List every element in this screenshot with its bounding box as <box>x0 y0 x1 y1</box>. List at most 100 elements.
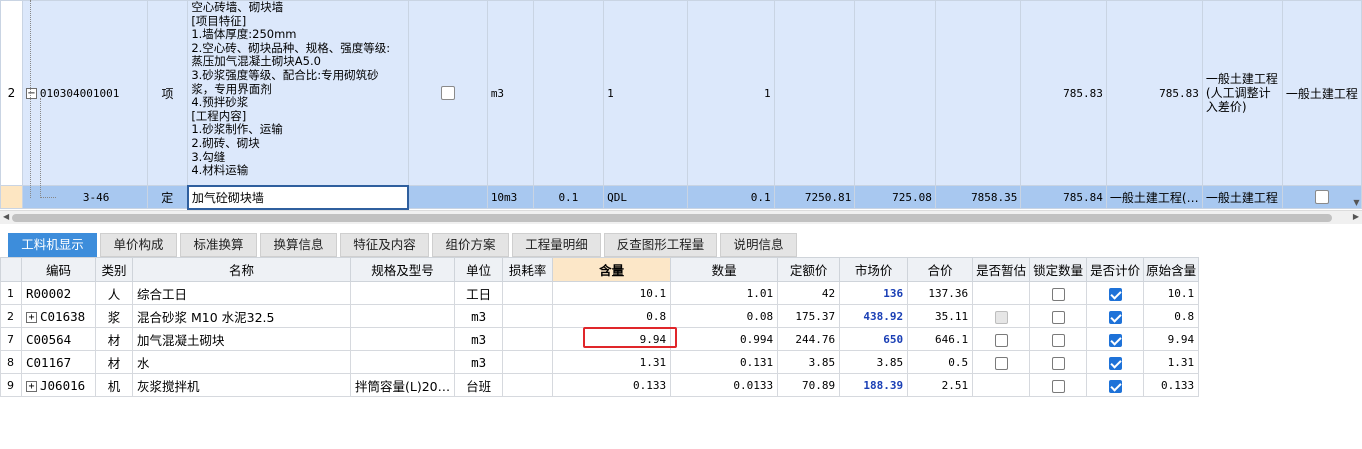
col-header-estimate[interactable]: 是否暂估 <box>972 257 1031 282</box>
priced-checkbox[interactable] <box>1108 356 1122 370</box>
lock-qty-checkbox[interactable] <box>1051 379 1065 393</box>
col-header-category[interactable]: 类别 <box>95 257 133 282</box>
resource-unit[interactable]: m3 <box>454 327 504 351</box>
tab-unit-price-composition[interactable]: 单价构成 <box>100 233 177 257</box>
col-header-lock-qty[interactable]: 锁定数量 <box>1029 257 1088 282</box>
priced-checkbox[interactable] <box>1108 287 1122 301</box>
resource-unit[interactable]: 工日 <box>454 281 504 305</box>
lock-cell[interactable] <box>1029 350 1088 374</box>
tab-pricing-scheme[interactable]: 组价方案 <box>432 233 509 257</box>
resource-content[interactable]: 1.31 <box>552 350 672 374</box>
bill-code-cell[interactable]: −010304001001 <box>21 0 148 186</box>
resource-unit[interactable]: m3 <box>454 304 504 328</box>
quota-category[interactable]: 一般土建工程(… <box>1105 185 1203 209</box>
resource-content[interactable]: 9.94 <box>552 327 672 351</box>
resource-market-price[interactable]: 650 <box>839 327 909 351</box>
quota-name-input[interactable]: 加气砼砌块墙 <box>186 184 410 210</box>
priced-checkbox[interactable] <box>1108 310 1122 324</box>
estimate-checkbox[interactable] <box>994 333 1008 347</box>
lock-cell[interactable] <box>1029 373 1088 397</box>
expand-icon[interactable]: + <box>26 380 37 392</box>
quota-checkbox[interactable] <box>1314 190 1329 205</box>
priced-checkbox[interactable] <box>1108 379 1122 393</box>
resource-content[interactable]: 0.8 <box>552 304 672 328</box>
estimate-cell[interactable] <box>972 350 1031 374</box>
resource-code[interactable]: R00002 <box>21 281 96 305</box>
col-header-original-content[interactable]: 原始含量 <box>1143 257 1200 282</box>
bill-qty-expr[interactable]: 1 <box>603 0 689 186</box>
expand-icon[interactable]: + <box>26 311 37 323</box>
resource-spec[interactable] <box>349 304 456 328</box>
bill-category[interactable]: 一般土建工程(人工调整计入差价) <box>1201 0 1283 186</box>
tab-labor-material-machine[interactable]: 工料机显示 <box>8 233 97 257</box>
horizontal-scrollbar[interactable]: ◀ ▶ <box>0 210 1362 224</box>
bill-checkbox[interactable] <box>440 86 455 101</box>
col-header-spec[interactable]: 规格及型号 <box>349 257 456 282</box>
priced-cell[interactable] <box>1086 304 1145 328</box>
resource-content[interactable]: 10.1 <box>552 281 672 305</box>
tab-reverse-graphic-quantity[interactable]: 反查图形工程量 <box>604 233 717 257</box>
lock-cell[interactable] <box>1029 281 1088 305</box>
lock-qty-checkbox[interactable] <box>1051 333 1065 347</box>
lock-qty-checkbox[interactable] <box>1051 356 1065 370</box>
scroll-left-icon[interactable]: ◀ <box>3 212 9 221</box>
resource-spec[interactable] <box>349 327 456 351</box>
quota-row[interactable]: 3-46 定 加气砼砌块墙 10m3 0.1 QDL 0.1 7250.81 7… <box>0 184 1362 210</box>
table-row[interactable]: 1 R00002 人 综合工日 工日 10.1 1.01 42 136 137.… <box>0 281 1200 305</box>
tab-description[interactable]: 说明信息 <box>720 233 797 257</box>
table-row[interactable]: 7 C00564 材 加气混凝土砌块 m3 9.94 0.994 244.76 … <box>0 327 1200 351</box>
resource-unit[interactable]: 台班 <box>454 373 504 397</box>
collapse-icon[interactable]: − <box>25 88 37 99</box>
estimate-checkbox[interactable] <box>994 356 1008 370</box>
tab-conversion-info[interactable]: 换算信息 <box>260 233 337 257</box>
bill-qty[interactable]: 1 <box>687 0 775 186</box>
quota-checkbox-cell[interactable] <box>1281 185 1362 209</box>
resource-loss-rate[interactable] <box>502 281 554 305</box>
table-row[interactable]: 9 + J06016 机 灰浆搅拌机 拌筒容量(L)20… 台班 0.133 0.… <box>0 373 1200 397</box>
quota-major[interactable]: 一般土建工程 <box>1201 185 1283 209</box>
quota-unit[interactable]: 10m3 <box>486 185 534 209</box>
resource-market-price[interactable]: 188.39 <box>839 373 909 397</box>
resource-code[interactable]: C00564 <box>21 327 96 351</box>
resource-name[interactable]: 综合工日 <box>132 281 351 305</box>
priced-cell[interactable] <box>1086 350 1145 374</box>
col-header-base-price[interactable]: 定额价 <box>777 257 841 282</box>
resource-name[interactable]: 混合砂浆 M10 水泥32.5 <box>132 304 351 328</box>
resource-name[interactable]: 加气混凝土砌块 <box>132 327 351 351</box>
resource-loss-rate[interactable] <box>502 350 554 374</box>
resource-name[interactable]: 水 <box>132 350 351 374</box>
quota-qty[interactable]: 0.1 <box>687 185 775 209</box>
resource-code[interactable]: C01167 <box>21 350 96 374</box>
quota-coef[interactable]: 0.1 <box>532 185 605 209</box>
resource-loss-rate[interactable] <box>502 373 554 397</box>
resource-code-cell[interactable]: + J06016 <box>21 373 96 397</box>
resource-spec[interactable] <box>349 350 456 374</box>
bill-feature-text[interactable]: 空心砖墙、砌块墙 [项目特征] 1.墙体厚度:250mm 2.空心砖、砌块品种、… <box>187 0 409 186</box>
resource-market-price[interactable]: 438.92 <box>839 304 909 328</box>
priced-cell[interactable] <box>1086 373 1145 397</box>
col-header-sum[interactable]: 合价 <box>907 257 974 282</box>
scrollbar-thumb[interactable] <box>12 214 1332 222</box>
resource-spec[interactable] <box>349 281 456 305</box>
resource-code-cell[interactable]: + C01638 <box>21 304 96 328</box>
bill-major[interactable]: 一般土建工程 <box>1281 0 1362 186</box>
table-row[interactable]: 8 C01167 材 水 m3 1.31 0.131 3.85 3.85 0.5… <box>0 350 1200 374</box>
resource-loss-rate[interactable] <box>502 304 554 328</box>
priced-checkbox[interactable] <box>1108 333 1122 347</box>
bill-checkbox-cell[interactable] <box>407 0 488 186</box>
col-header-market-price[interactable]: 市场价 <box>839 257 909 282</box>
resource-content[interactable]: 0.133 <box>552 373 672 397</box>
resource-market-price[interactable]: 3.85 <box>839 350 909 374</box>
lock-qty-checkbox[interactable] <box>1051 310 1065 324</box>
tab-features-content[interactable]: 特征及内容 <box>340 233 429 257</box>
priced-cell[interactable] <box>1086 281 1145 305</box>
lock-qty-checkbox[interactable] <box>1051 287 1065 301</box>
lock-cell[interactable] <box>1029 304 1088 328</box>
priced-cell[interactable] <box>1086 327 1145 351</box>
col-header-content[interactable]: 含量 <box>552 257 672 282</box>
resource-spec[interactable]: 拌筒容量(L)20… <box>349 373 456 397</box>
bill-unit[interactable]: m3 <box>486 0 534 186</box>
tab-standard-conversion[interactable]: 标准换算 <box>180 233 257 257</box>
scroll-down-icon[interactable]: ▼ <box>1351 198 1362 210</box>
estimate-cell[interactable] <box>972 327 1031 351</box>
